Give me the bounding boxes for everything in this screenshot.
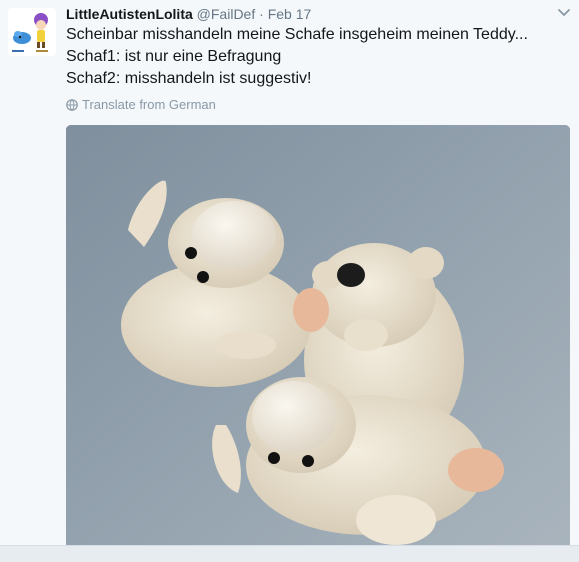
separator-dot: · bbox=[259, 6, 264, 22]
user-handle[interactable]: @FailDef bbox=[197, 6, 256, 22]
tweet[interactable]: LittleAutistenLolita @FailDef · Feb 17 S… bbox=[0, 0, 579, 545]
tweet-header: LittleAutistenLolita @FailDef · Feb 17 bbox=[66, 6, 311, 22]
avatar[interactable] bbox=[8, 8, 56, 56]
tweet-photo[interactable] bbox=[66, 125, 570, 545]
translate-link[interactable]: Translate from German bbox=[66, 97, 216, 112]
display-name[interactable]: LittleAutistenLolita bbox=[66, 6, 193, 22]
tweet-date[interactable]: Feb 17 bbox=[268, 6, 312, 22]
tweet-text-line: Scheinbar misshandeln meine Schafe insge… bbox=[66, 26, 528, 43]
globe-icon bbox=[66, 98, 78, 111]
translate-label: Translate from German bbox=[82, 97, 216, 112]
chevron-down-icon[interactable] bbox=[557, 6, 571, 20]
avatar-image bbox=[8, 8, 56, 56]
scrollbar-track[interactable] bbox=[0, 545, 579, 562]
tweet-text-line: Schaf1: ist nur eine Befragung bbox=[66, 48, 282, 65]
tweet-text: Scheinbar misshandeln meine Schafe insge… bbox=[66, 24, 528, 90]
tweet-text-line: Schaf2: misshandeln ist suggestiv! bbox=[66, 70, 312, 87]
plush-toys-photo bbox=[66, 125, 570, 545]
